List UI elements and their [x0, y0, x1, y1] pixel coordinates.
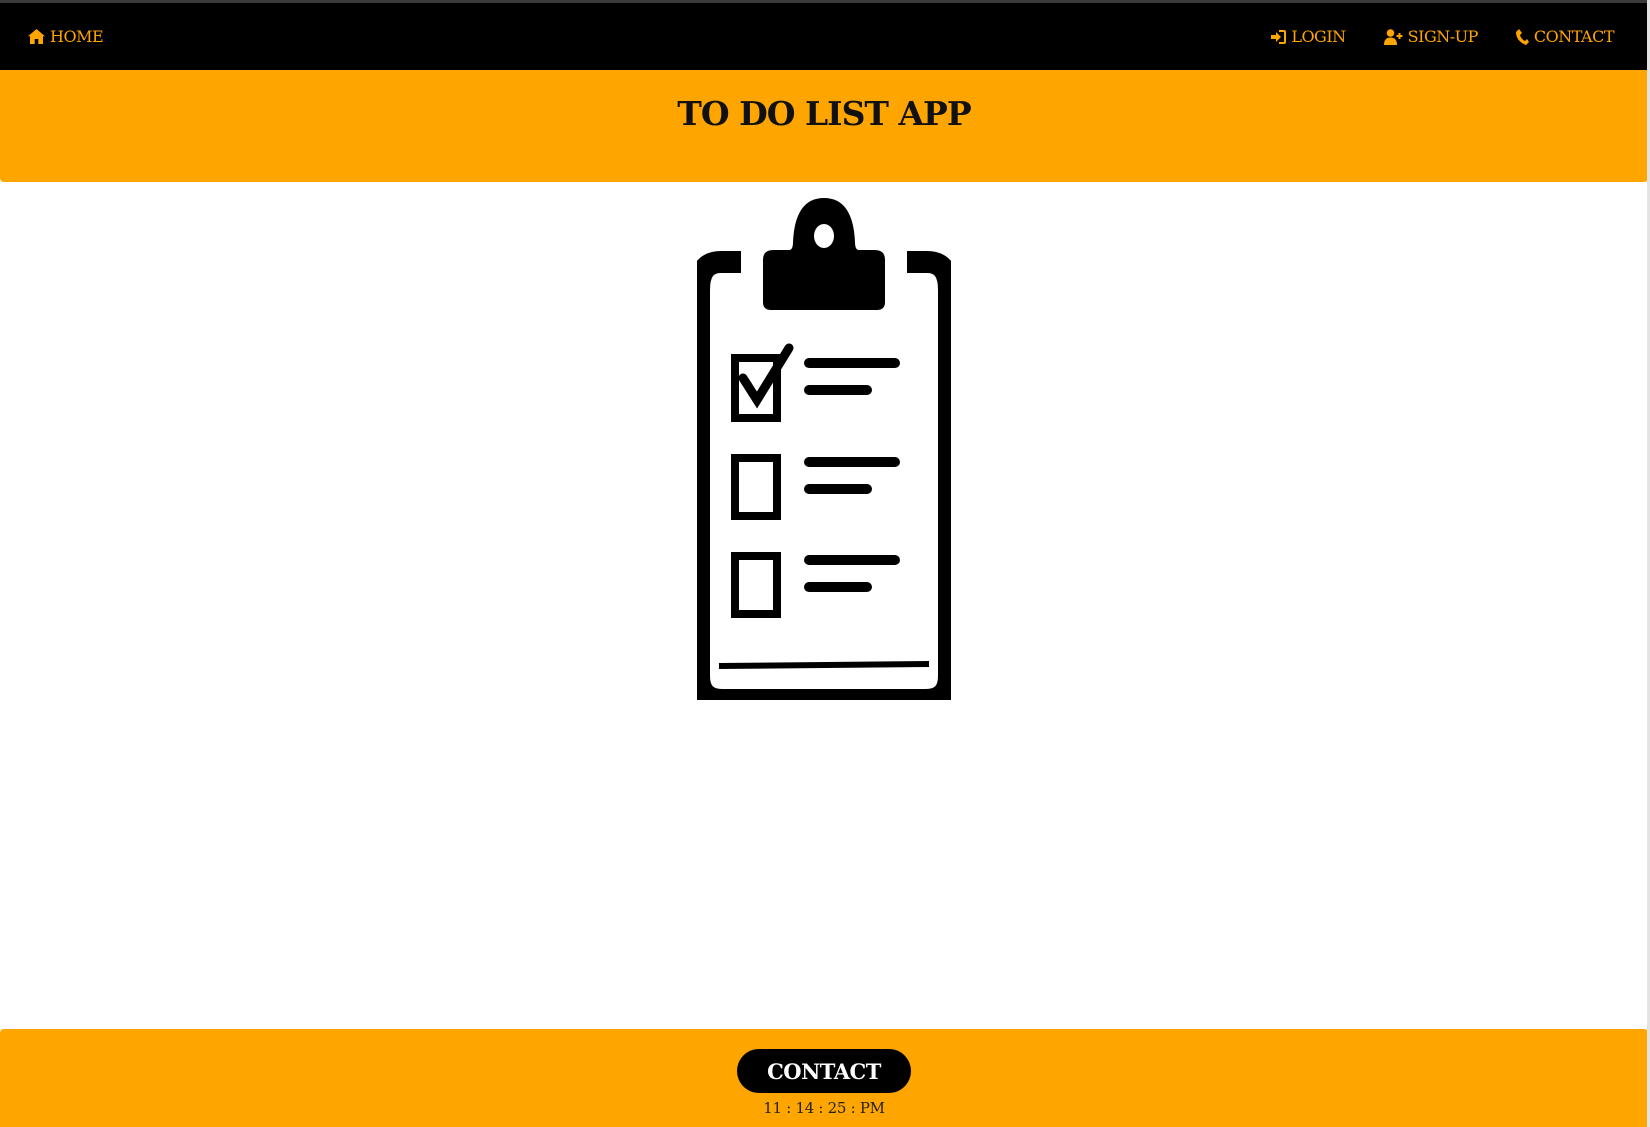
nav-right-group: LOGIN SIGN-UP CONTACT	[1271, 27, 1615, 46]
title-banner: TO DO LIST APP	[0, 70, 1648, 182]
nav-contact-label: CONTACT	[1533, 27, 1615, 46]
nav-signup-link[interactable]: SIGN-UP	[1383, 27, 1479, 46]
nav-home-link[interactable]: HOME	[28, 27, 104, 46]
nav-contact-link[interactable]: CONTACT	[1515, 27, 1615, 46]
phone-icon	[1515, 28, 1529, 45]
nav-login-label: LOGIN	[1291, 27, 1346, 46]
nav-signup-label: SIGN-UP	[1407, 27, 1479, 46]
footer: CONTACT 11 : 14 : 25 : PM	[0, 1029, 1648, 1127]
page: HOME LOGIN SIGN-UP CONTACT TO DO LIST AP…	[0, 0, 1650, 1127]
sign-in-icon	[1271, 29, 1287, 44]
footer-contact-button[interactable]: CONTACT	[737, 1049, 911, 1093]
clipboard-checklist-image	[688, 198, 960, 711]
home-icon	[28, 29, 45, 44]
nav-home-label: HOME	[50, 27, 104, 46]
nav-login-link[interactable]: LOGIN	[1271, 27, 1346, 46]
clipboard-checklist-icon	[688, 198, 960, 711]
user-plus-icon	[1383, 28, 1403, 45]
page-title: TO DO LIST APP	[677, 94, 971, 133]
clock-display: 11 : 14 : 25 : PM	[763, 1099, 885, 1117]
top-navbar: HOME LOGIN SIGN-UP CONTACT	[0, 0, 1648, 70]
